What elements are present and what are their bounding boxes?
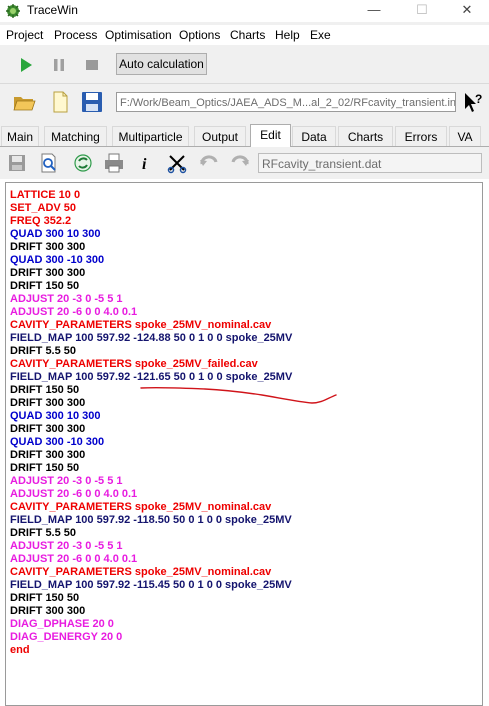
tab-edit[interactable]: Edit <box>250 124 291 147</box>
handwritten-underline-annotation <box>140 386 337 404</box>
